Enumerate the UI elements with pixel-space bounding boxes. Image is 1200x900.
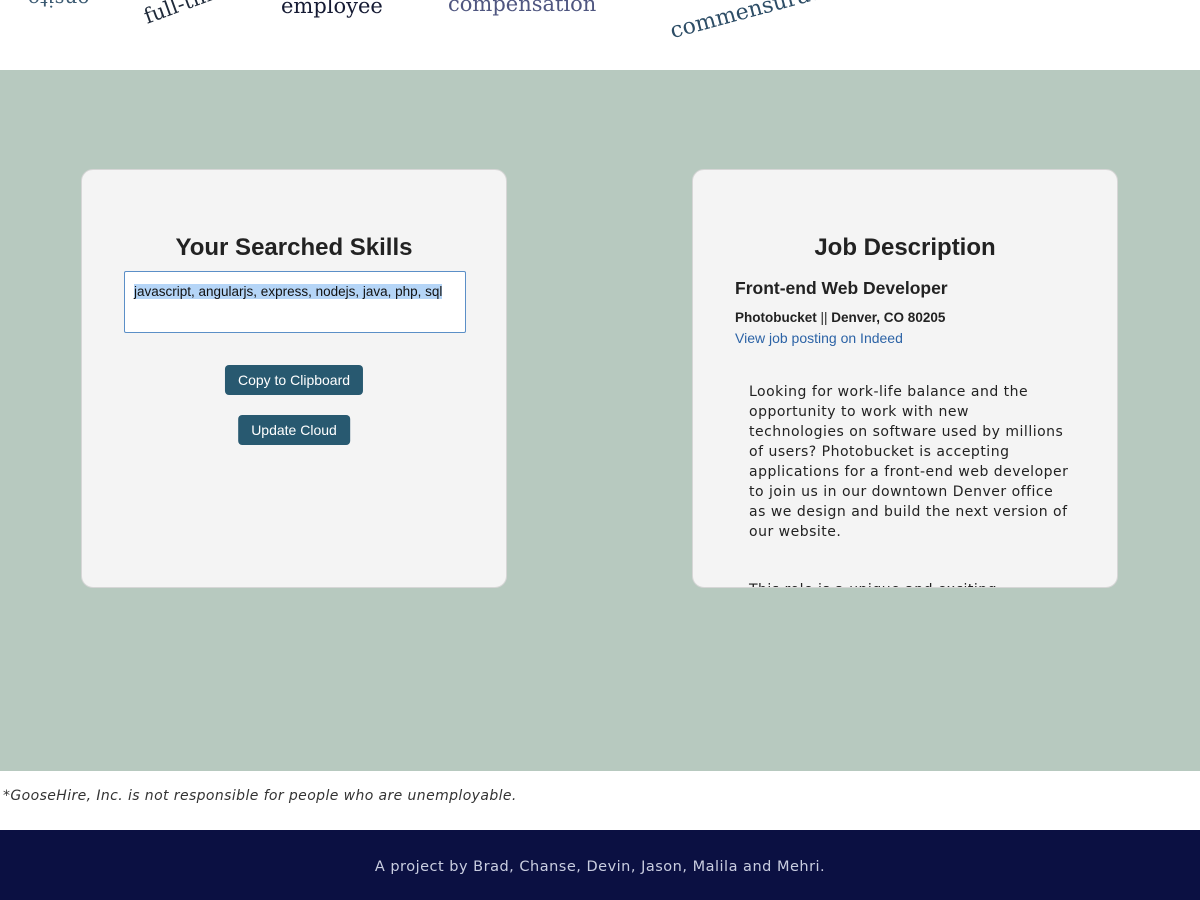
skills-textarea[interactable]: javascript, angularjs, express, nodejs, … xyxy=(124,271,466,333)
cloud-word: commensurate xyxy=(667,0,834,44)
footer: A project by Brad, Chanse, Devin, Jason,… xyxy=(0,830,1200,900)
disclaimer-text: *GooseHire, Inc. is not responsible for … xyxy=(3,788,517,804)
disclaimer: *GooseHire, Inc. is not responsible for … xyxy=(0,771,1200,830)
main-section: Your Searched Skills javascript, angular… xyxy=(0,70,1200,771)
view-posting-link[interactable]: View job posting on Indeed xyxy=(735,330,903,346)
skills-card: Your Searched Skills javascript, angular… xyxy=(81,169,507,588)
company-name: Photobucket xyxy=(735,310,817,325)
cloud-word: onsite xyxy=(28,0,90,12)
skills-title: Your Searched Skills xyxy=(175,234,413,261)
copy-to-clipboard-button[interactable]: Copy to Clipboard xyxy=(224,365,364,395)
job-company-location: Photobucket || Denver, CO 80205 xyxy=(735,310,945,325)
description-paragraph: This role is a unique and exciting xyxy=(749,580,1069,587)
word-cloud: onsite full-time employee compensation c… xyxy=(0,0,1200,70)
update-cloud-button[interactable]: Update Cloud xyxy=(238,415,350,445)
job-description-title: Job Description xyxy=(814,234,996,261)
job-location: Denver, CO 80205 xyxy=(831,310,946,325)
description-paragraph: Looking for work-life balance and the op… xyxy=(749,384,1069,540)
footer-credits: A project by Brad, Chanse, Devin, Jason,… xyxy=(374,859,826,875)
job-description-text[interactable]: Looking for work-life balance and the op… xyxy=(749,382,1069,587)
job-description-card: Job Description Front-end Web Developer … xyxy=(692,169,1118,588)
job-title: Front-end Web Developer xyxy=(735,278,948,298)
separator: || xyxy=(816,310,832,325)
cloud-word: compensation xyxy=(448,0,597,16)
cloud-word: full-time xyxy=(140,0,233,29)
cloud-word: employee xyxy=(281,0,383,18)
skills-text: javascript, angularjs, express, nodejs, … xyxy=(134,284,443,299)
